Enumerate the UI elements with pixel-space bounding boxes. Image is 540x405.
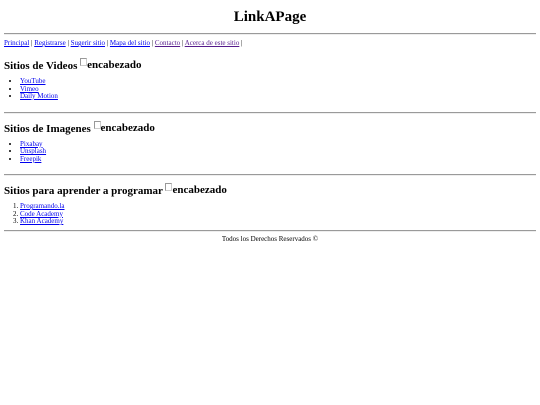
divider xyxy=(4,33,536,35)
section-heading-text: Sitios para aprender a programar xyxy=(4,185,163,197)
list-item: Pixabay xyxy=(20,140,536,149)
broken-image-glyph-icon xyxy=(80,58,88,66)
nav-link-contacto[interactable]: Contacto xyxy=(155,39,180,47)
footer: Todos los Derechos Reservados © xyxy=(221,234,319,243)
site-title: LinkAPage xyxy=(233,9,307,25)
section-heading-text: Sitios de Imagenes xyxy=(4,122,91,135)
broken-image-icon: encabezado xyxy=(165,181,227,199)
nav-separator: | xyxy=(181,39,184,47)
nav-separator: | xyxy=(31,39,33,47)
section-heading: Sitios para aprender a programar encabez… xyxy=(4,176,536,199)
list-item: Freepik xyxy=(20,155,536,164)
page: LinkAPage Principal | Registrarse | Suge… xyxy=(0,0,540,243)
broken-image-icon: encabezado xyxy=(93,119,155,137)
list-item: Vimeo xyxy=(20,85,536,94)
section-heading: Sitios de Imagenes encabezado xyxy=(4,114,536,137)
link-daily-motion[interactable]: Daily Motion xyxy=(20,92,58,100)
nav-separator: | xyxy=(151,39,154,47)
section-imagenes: Sitios de Imagenes encabezado Pixabay Un… xyxy=(4,114,536,164)
nav-separator: | xyxy=(67,39,69,47)
broken-image-icon: encabezado xyxy=(80,56,142,74)
video-sites-list: YouTube Vimeo Daily Motion xyxy=(4,77,536,101)
nav-link-principal[interactable]: Principal xyxy=(4,39,29,47)
image-alt-text: encabezado xyxy=(87,59,142,71)
programming-sites-list: Programando.la Code Academy Khan Academy xyxy=(4,202,536,226)
image-alt-text: encabezado xyxy=(100,121,155,134)
nav-link-acerca-de-este-sitio[interactable]: Acerca de este sitio xyxy=(185,39,240,47)
list-item: Code Academy xyxy=(20,210,536,219)
link-freepik[interactable]: Freepik xyxy=(20,155,41,163)
broken-image-glyph-icon xyxy=(165,183,173,191)
nav-link-sugerir-sitio[interactable]: Sugerir sitio xyxy=(71,39,105,47)
section-heading: Sitios de Videos encabezado xyxy=(4,51,536,74)
top-navigation: Principal | Registrarse | Sugerir sitio … xyxy=(4,37,536,51)
nav-separator: | xyxy=(241,39,243,47)
divider xyxy=(4,229,536,232)
section-programar: Sitios para aprender a programar encabez… xyxy=(4,176,536,226)
nav-link-registrarse[interactable]: Registrarse xyxy=(34,39,66,47)
list-item: Daily Motion xyxy=(20,92,536,101)
image-alt-text: encabezado xyxy=(172,184,227,196)
section-videos: Sitios de Videos encabezado YouTube Vime… xyxy=(4,51,536,101)
list-item: Unsplash xyxy=(20,147,536,156)
image-sites-list: Pixabay Unsplash Freepik xyxy=(4,140,536,164)
nav-separator: | xyxy=(106,39,109,47)
section-heading-text: Sitios de Videos xyxy=(4,60,78,72)
list-item: Khan Academy xyxy=(20,217,536,226)
list-item: YouTube xyxy=(20,77,536,86)
broken-image-glyph-icon xyxy=(93,120,101,129)
nav-link-mapa-del-sitio[interactable]: Mapa del sitio xyxy=(110,39,150,47)
link-khan-academy[interactable]: Khan Academy xyxy=(20,217,63,225)
list-item: Programando.la xyxy=(20,202,536,211)
